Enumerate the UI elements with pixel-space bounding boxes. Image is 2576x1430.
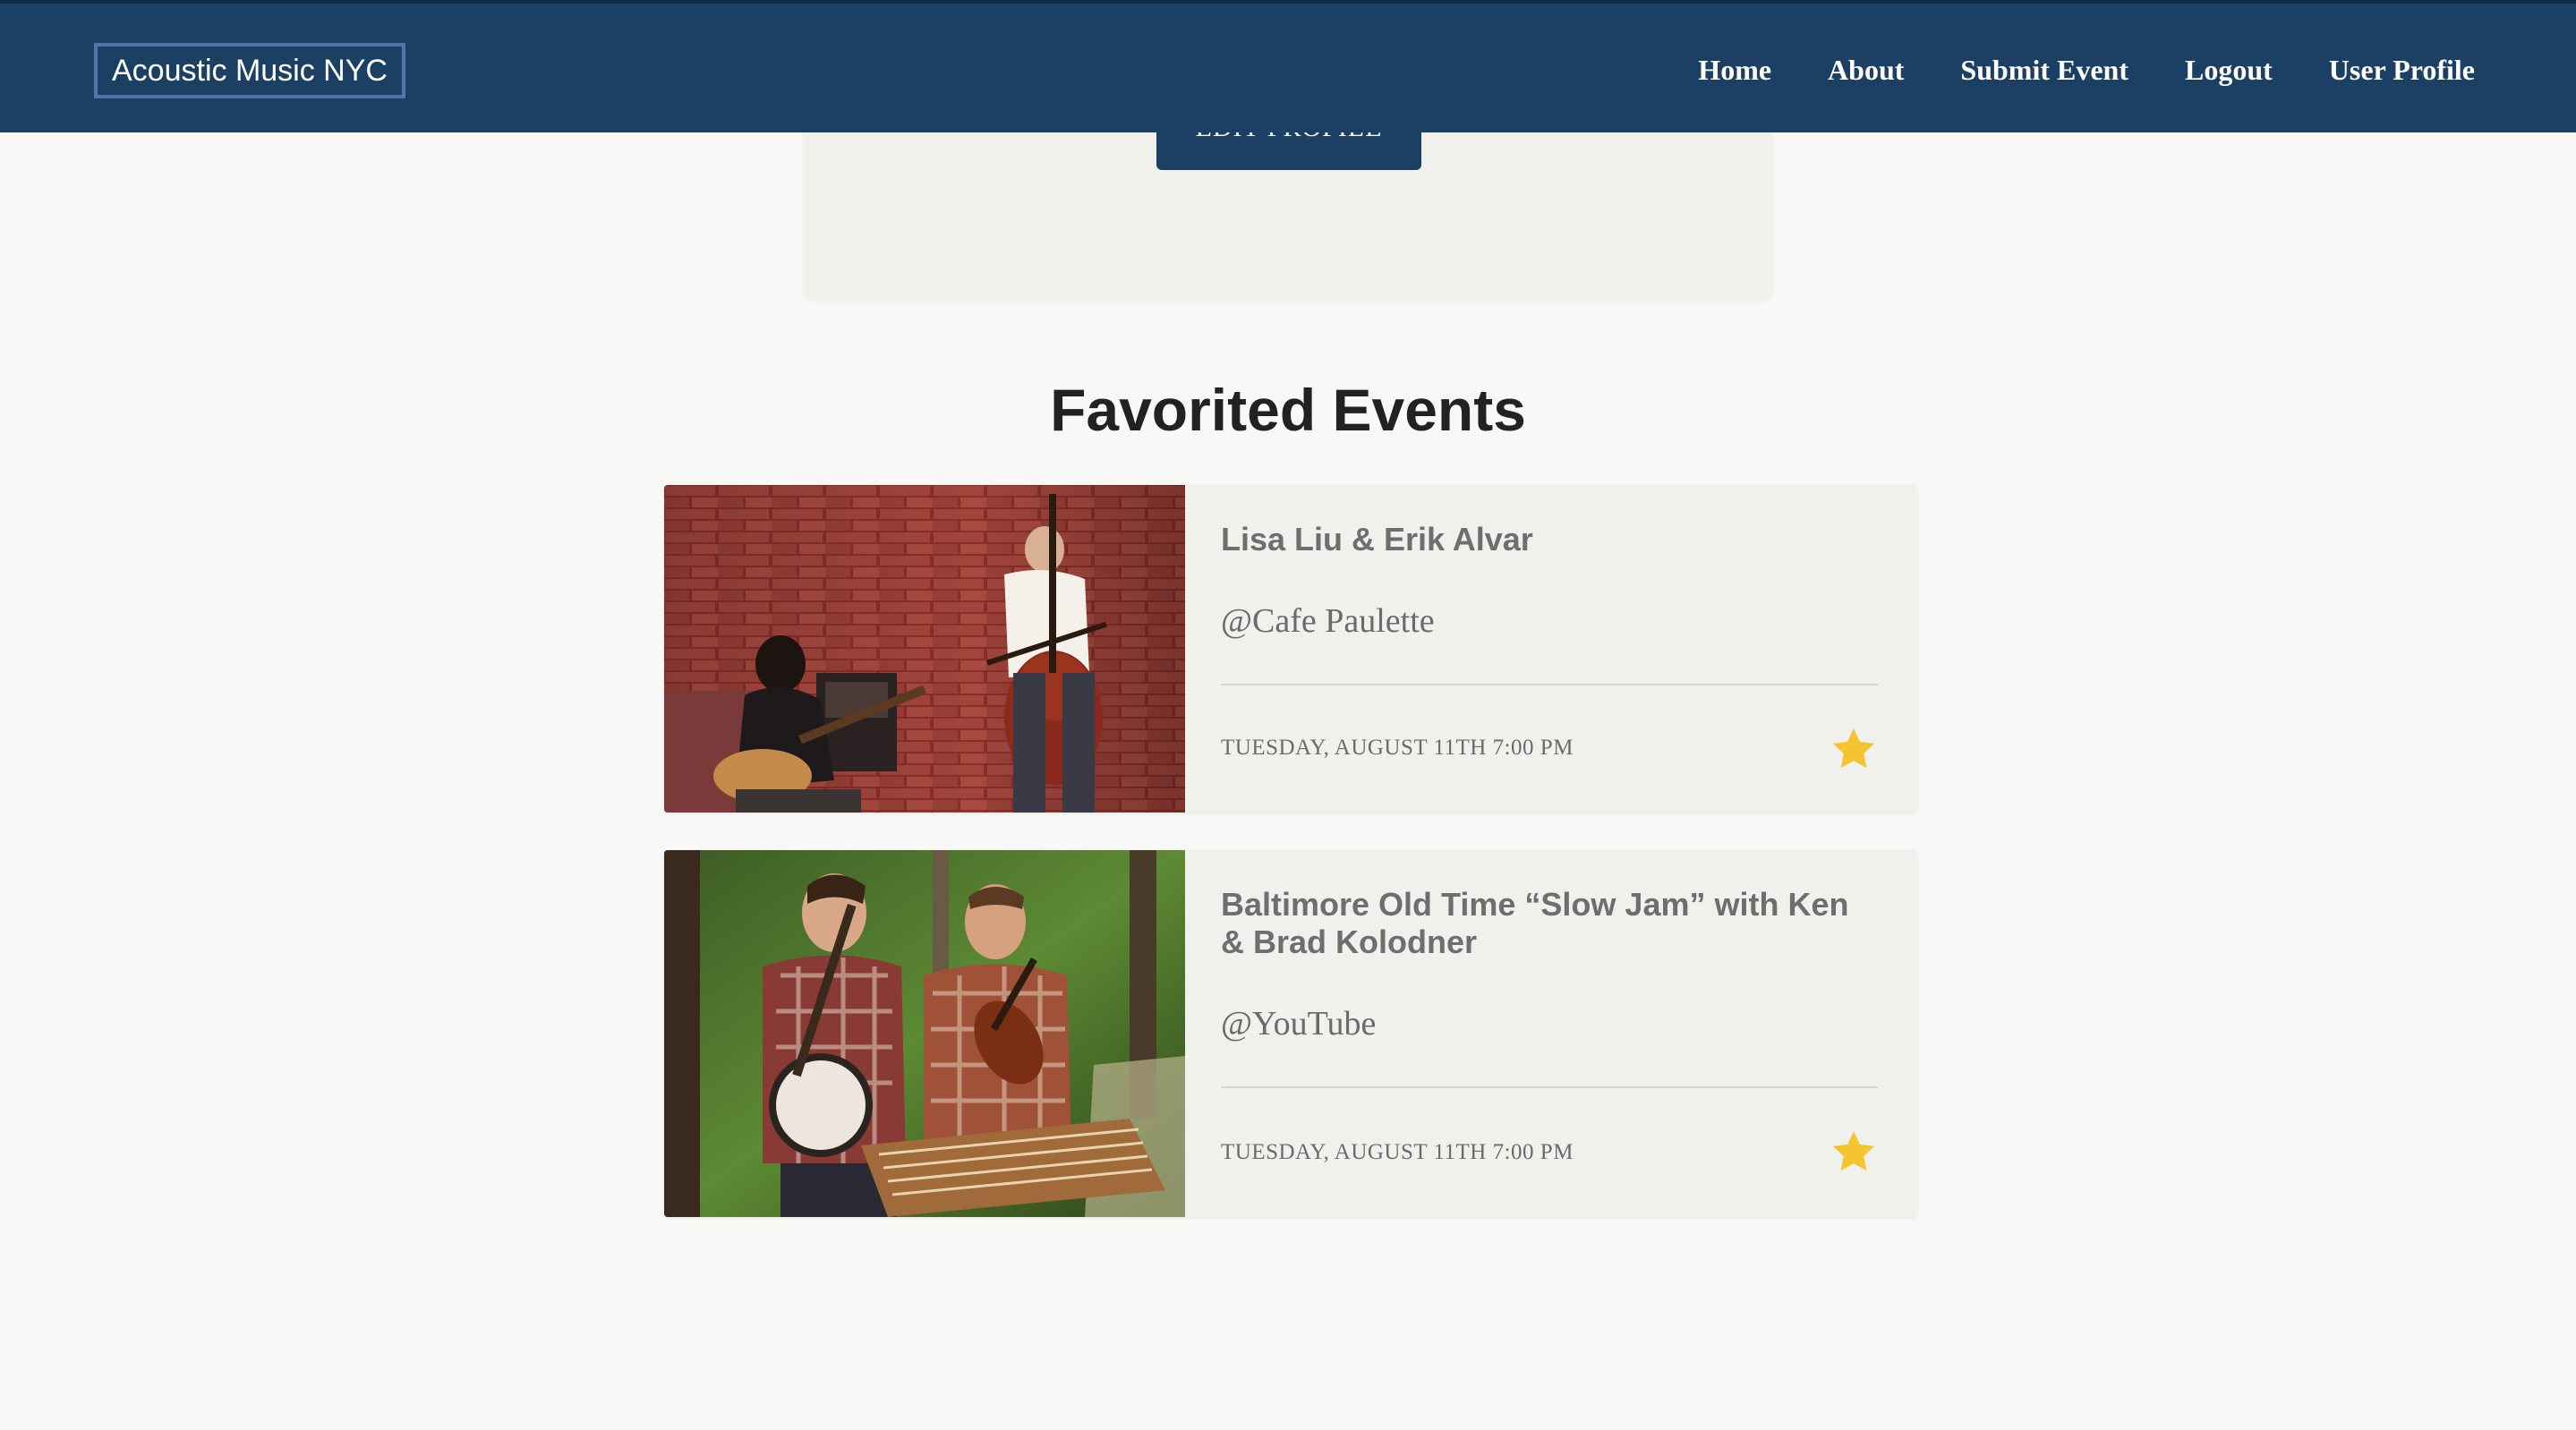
event-card[interactable]: Lisa Liu & Erik Alvar @Cafe Paulette TUE… <box>664 485 1917 813</box>
event-date: TUESDAY, AUGUST 11TH 7:00 PM <box>1221 736 1574 760</box>
event-title[interactable]: Lisa Liu & Erik Alvar <box>1221 521 1878 558</box>
brand-logo-link[interactable]: Acoustic Music NYC <box>94 43 405 98</box>
nav-user-profile-link[interactable]: User Profile <box>2329 54 2475 87</box>
event-image[interactable] <box>664 485 1185 813</box>
star-icon[interactable] <box>1830 1128 1878 1176</box>
nav-links: Home About Submit Event Logout User Prof… <box>1642 4 2475 136</box>
nav-home-link[interactable]: Home <box>1698 54 1771 87</box>
event-info: Baltimore Old Time “Slow Jam” with Ken &… <box>1221 850 1878 1217</box>
event-date: TUESDAY, AUGUST 11TH 7:00 PM <box>1221 1140 1574 1164</box>
event-venue: @YouTube <box>1221 1005 1377 1043</box>
star-icon[interactable] <box>1830 725 1878 773</box>
nav-logout-link[interactable]: Logout <box>2185 54 2273 87</box>
nav-about-link[interactable]: About <box>1828 54 1904 87</box>
event-card[interactable]: Baltimore Old Time “Slow Jam” with Ken &… <box>664 850 1917 1217</box>
divider <box>1221 1086 1878 1088</box>
event-venue: @Cafe Paulette <box>1221 602 1435 640</box>
favorited-events-heading: Favorited Events <box>1050 377 1526 443</box>
page: Acoustic Music NYC Home About Submit Eve… <box>0 0 2576 1430</box>
navbar: Acoustic Music NYC Home About Submit Eve… <box>0 0 2576 132</box>
nav-submit-event-link[interactable]: Submit Event <box>1960 54 2128 87</box>
event-title[interactable]: Baltimore Old Time “Slow Jam” with Ken &… <box>1221 886 1878 961</box>
divider <box>1221 684 1878 685</box>
event-info: Lisa Liu & Erik Alvar @Cafe Paulette TUE… <box>1221 485 1878 813</box>
event-image[interactable] <box>664 850 1185 1217</box>
